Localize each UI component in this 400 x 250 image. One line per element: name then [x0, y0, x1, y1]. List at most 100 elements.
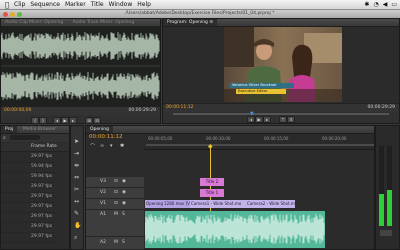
list-item[interactable]: 29.97 fps	[1, 232, 55, 243]
play-button[interactable]: ▶	[61, 117, 69, 124]
work-area-bar[interactable]	[146, 144, 374, 146]
slip-tool-icon[interactable]: ↔	[74, 198, 79, 205]
tab-audio-track-mixer[interactable]: Audio Track Mixer: Opening	[69, 19, 139, 26]
eye-icon[interactable]: ◉	[122, 190, 126, 195]
close-window-icon[interactable]	[3, 11, 8, 17]
track-header-a1[interactable]: A1 M S	[86, 210, 144, 237]
menu-window[interactable]: Window	[109, 1, 138, 8]
track-header-v1[interactable]: V1 ⊡ ◉	[86, 199, 144, 210]
apple-menu-icon[interactable]: 	[0, 1, 14, 9]
program-play-button[interactable]: ▶	[255, 116, 263, 123]
solo-icon[interactable]: S	[122, 212, 125, 217]
zoom-tool-icon[interactable]: ⌕	[74, 234, 77, 242]
window-title-bar: /Users/abbat/Adobe/Desktop/Exercise File…	[0, 10, 400, 18]
tab-program[interactable]: Program: Opening ≡	[163, 19, 218, 26]
clip-camera2-video[interactable]: Camera2 - Wide Shot.mo	[246, 200, 295, 208]
timeline-timecode[interactable]: 00:00:11:12	[89, 134, 123, 140]
eye-icon[interactable]: ◉	[122, 201, 126, 206]
timeline-settings-icon[interactable]: ✱	[120, 143, 124, 149]
battery-icon[interactable]: ▭	[391, 1, 397, 8]
program-timecode-duration: 00:00:29:29	[367, 105, 395, 110]
add-marker-icon[interactable]: ▾	[110, 143, 113, 149]
mute-icon[interactable]: M	[114, 212, 118, 217]
ripple-edit-tool-icon[interactable]: ⇹	[74, 162, 79, 169]
program-panel: Program: Opening ≡ Veronica Oliver Bruck…	[162, 18, 400, 124]
insert-button[interactable]: ⊞	[85, 117, 93, 124]
mute-icon[interactable]: M	[114, 240, 118, 245]
project-column-header-row: Frame Rate	[1, 143, 69, 152]
source-timecode-in[interactable]: 00:00:00;00	[4, 108, 31, 113]
track-header-a2[interactable]: A2 M S	[86, 237, 144, 250]
eye-icon[interactable]: ◉	[122, 179, 126, 184]
program-step-forward-button[interactable]: ▸	[263, 116, 271, 123]
volume-icon[interactable]: ◀	[383, 1, 388, 8]
project-panel: Proj Media Browser ⌕ Frame Rate 29.97 fp…	[0, 125, 70, 250]
source-button-row: { } ◂ ▶ ▸ ⊞ ⊟	[1, 115, 160, 124]
lock-icon[interactable]: ⊡	[114, 179, 118, 184]
clip-title-1[interactable]: Title 1	[200, 189, 224, 197]
menu-help[interactable]: Help	[137, 1, 156, 8]
linked-selection-icon[interactable]: ∞	[100, 143, 104, 149]
track-select-tool-icon[interactable]: ⇥	[74, 150, 79, 157]
search-icon[interactable]: ⌕	[3, 135, 6, 141]
lock-icon[interactable]: ⊡	[114, 190, 118, 195]
meter-left-level	[379, 194, 384, 226]
overwrite-button[interactable]: ⊟	[93, 117, 101, 124]
ruler-label: 00:00:15;00	[264, 136, 289, 141]
audio-clip-a1[interactable]	[145, 211, 325, 248]
menu-title[interactable]: Title	[91, 1, 109, 8]
column-header-frame-rate[interactable]: Frame Rate	[31, 144, 57, 149]
project-search-input[interactable]	[10, 135, 40, 140]
tab-timeline-opening[interactable]: Opening	[86, 126, 113, 133]
ruler-label: 00:00:20;00	[322, 136, 347, 141]
clip-camera1-video[interactable]: Camera1 - Wide Shot.mo	[190, 200, 246, 208]
menu-clip[interactable]: Clip	[14, 1, 30, 8]
meter-right-level	[387, 190, 392, 226]
track-name: V2	[100, 190, 106, 195]
track-header-v2[interactable]: V2 ⊡ ◉	[86, 188, 144, 199]
lock-icon[interactable]: ⊡	[114, 201, 118, 206]
ruler-label: 00:00:05;00	[148, 136, 173, 141]
window-title: /Users/abbat/Adobe/Desktop/Exercise File…	[125, 11, 275, 16]
program-step-back-button[interactable]: ◂	[247, 116, 255, 123]
track-name: V1	[100, 201, 106, 206]
time-ruler[interactable]: 00:00:05;00 00:00:10;00 00:00:15;00 00:0…	[144, 135, 374, 150]
program-timecode-current[interactable]: 00:00:11:12	[166, 105, 193, 110]
hand-tool-icon[interactable]: ✋	[74, 222, 81, 229]
project-search-row: ⌕	[1, 134, 69, 142]
project-item-list: 29.97 fps 59.94 fps 59.94 fps 29.97 fps …	[1, 152, 69, 250]
minimize-window-icon[interactable]	[10, 11, 15, 17]
source-timecode-out: 00:00:29:29	[128, 108, 156, 113]
menu-marker[interactable]: Marker	[65, 1, 91, 8]
audio-meters-panel	[375, 125, 400, 250]
solo-meter-button[interactable]	[380, 230, 392, 236]
tab-media-browser[interactable]: Media Browser	[19, 126, 60, 133]
lift-button[interactable]: ⇡	[279, 116, 287, 123]
tab-audio-clip-mixer[interactable]: Audio Clip Mixer: Opening	[1, 19, 67, 26]
clip-opening-video[interactable]: Opening 1280.mov [V]	[145, 200, 190, 208]
program-scrub-bar[interactable]	[173, 113, 389, 115]
tab-project[interactable]: Proj	[1, 126, 18, 133]
razor-tool-icon[interactable]: ✂	[74, 186, 79, 193]
source-waveform[interactable]	[1, 26, 160, 106]
bluetooth-icon[interactable]: ✱	[364, 1, 369, 8]
meter-right	[387, 146, 392, 226]
solo-icon[interactable]: S	[122, 240, 125, 245]
clip-title-2[interactable]: Title 2	[200, 178, 224, 186]
mark-in-button[interactable]: {	[31, 117, 39, 124]
zoom-window-icon[interactable]	[17, 11, 22, 17]
program-button-row: ▼ ◂ ▶ ▸ ⇡ ⇞	[163, 111, 399, 123]
mark-out-button[interactable]: }	[39, 117, 47, 124]
meter-left	[379, 146, 384, 226]
pen-tool-icon[interactable]: ✎	[74, 210, 79, 217]
step-forward-button[interactable]: ▸	[69, 117, 77, 124]
track-header-v3[interactable]: V3 ⊡ ◉	[86, 177, 144, 188]
snap-icon[interactable]: ⌒	[90, 143, 95, 150]
wifi-icon[interactable]: ◔	[373, 1, 378, 8]
rate-stretch-tool-icon[interactable]: ⇔	[74, 174, 79, 181]
step-back-button[interactable]: ◂	[53, 117, 61, 124]
menu-sequence[interactable]: Sequence	[30, 1, 65, 8]
extract-button[interactable]: ⇞	[287, 116, 295, 123]
selection-tool-icon[interactable]: ➤	[74, 138, 79, 145]
program-video-frame[interactable]: Veronica Oliver Bruckner Executive Edito…	[224, 27, 342, 102]
